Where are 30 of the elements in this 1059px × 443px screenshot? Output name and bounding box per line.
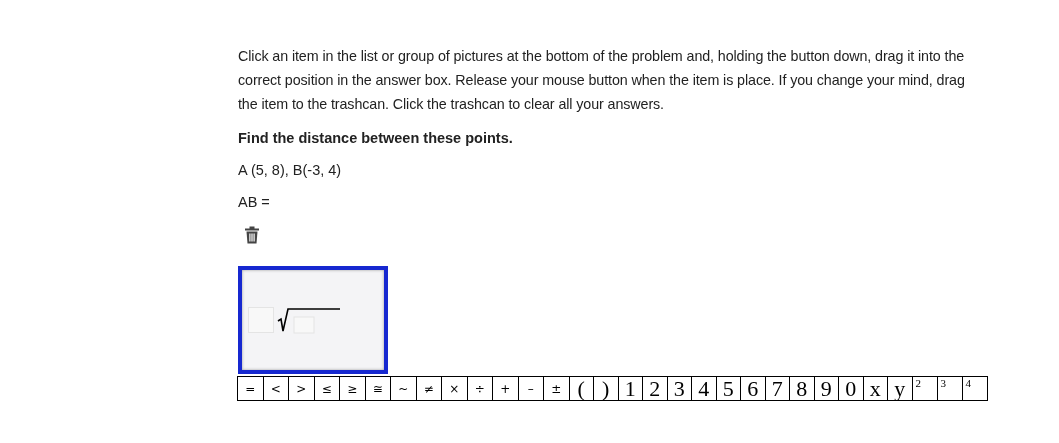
question-text: Find the distance between these points. [238, 130, 513, 146]
palette-tile[interactable]: 7 [764, 376, 790, 401]
instructions-text: Click an item in the list or group of pictures at the bottom of the problem and, holding the button down, drag it into the correct position in the answer box. Release your mouse button when the item is place. If you change your mind, drag the item to the trashcan. Click the trashcan to clear all your answers. [238, 47, 965, 114]
palette-tile[interactable]: 2 [642, 376, 668, 401]
palette-tile[interactable]: + [492, 376, 519, 401]
palette-tile[interactable]: ) [593, 376, 619, 401]
palette-tile[interactable]: 8 [789, 376, 815, 401]
palette-tile[interactable]: ± [543, 376, 570, 401]
palette-tile[interactable]: 0 [838, 376, 864, 401]
palette-tile[interactable]: × [441, 376, 468, 401]
answer-label: AB = [238, 194, 270, 210]
palette-tile[interactable]: > [288, 376, 315, 401]
square-root-icon[interactable] [276, 305, 342, 335]
trash-icon[interactable] [244, 226, 260, 244]
palette-tile[interactable]: 2 [911, 376, 938, 401]
palette-tile[interactable]: 4 [691, 376, 717, 401]
palette-tile[interactable]: ( [568, 376, 594, 401]
palette-tile[interactable]: x [862, 376, 888, 401]
palette-tile[interactable]: 3 [936, 376, 963, 401]
palette-tile[interactable]: = [237, 376, 264, 401]
answer-box[interactable] [238, 266, 388, 374]
palette-tile[interactable]: 9 [813, 376, 839, 401]
palette-tile[interactable]: ~ [390, 376, 417, 401]
palette-tile[interactable]: 4 [961, 376, 988, 401]
points-text: A (5, 8), B(-3, 4) [238, 162, 342, 178]
palette-tile[interactable]: 5 [715, 376, 741, 401]
palette-tile[interactable]: 3 [666, 376, 692, 401]
palette-tile[interactable]: ≥ [339, 376, 366, 401]
palette-tile[interactable]: 1 [617, 376, 643, 401]
palette-tile[interactable]: 6 [740, 376, 766, 401]
